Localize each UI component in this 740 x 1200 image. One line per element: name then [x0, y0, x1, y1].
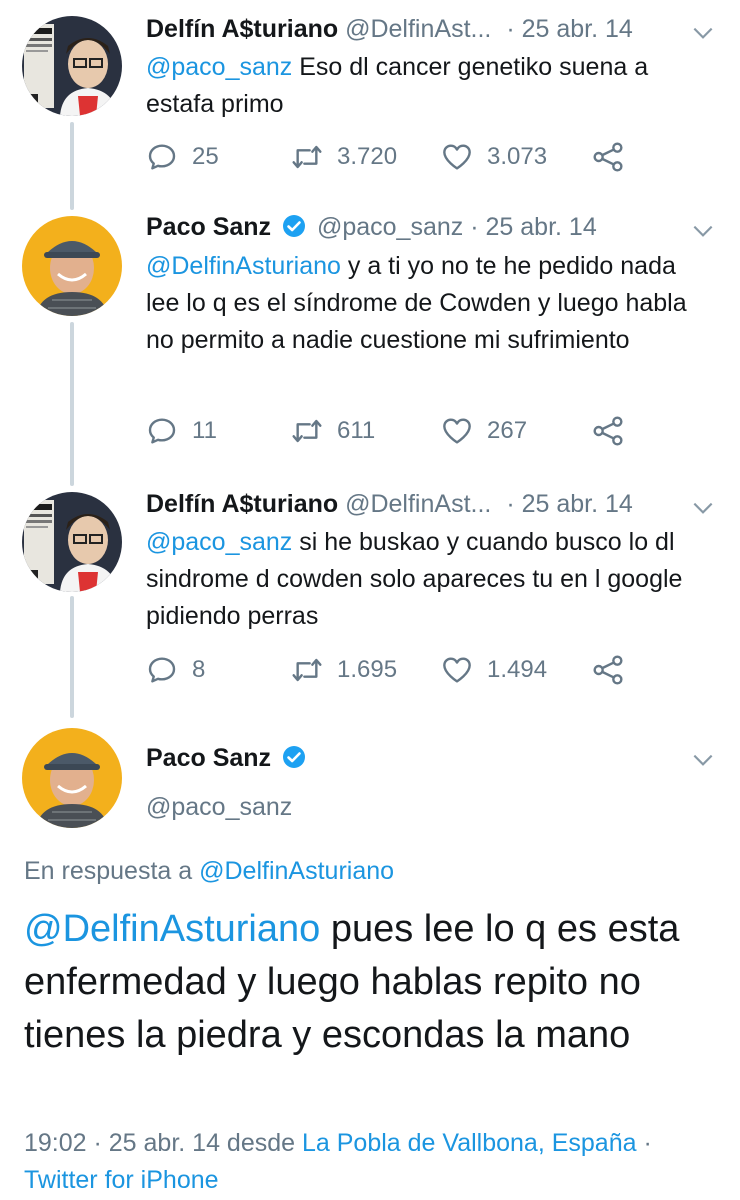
retweet-button[interactable]: 3.720 — [291, 137, 397, 177]
reply-icon — [148, 144, 176, 170]
retweet-count: 1.695 — [337, 656, 398, 683]
retweet-icon — [292, 419, 322, 443]
like-button[interactable]: 1.494 — [441, 650, 547, 690]
display-name[interactable]: Delfín A$turiano — [146, 490, 338, 518]
meta-separator: · — [636, 1129, 652, 1157]
reply-context-label: En respuesta a — [24, 857, 200, 885]
avatar[interactable] — [22, 16, 122, 116]
reply-button[interactable]: 25 — [146, 137, 219, 177]
like-icon — [443, 144, 471, 170]
thread-line — [70, 322, 74, 486]
mention-link[interactable]: @paco_sanz — [146, 53, 292, 81]
verified-badge-icon — [282, 214, 306, 238]
tweet-timestamp: 19:02 · 25 abr. 14 desde — [24, 1129, 302, 1157]
share-icon — [593, 416, 623, 446]
tweet-date[interactable]: 25 abr. 14 — [522, 15, 633, 43]
tweet-text: @paco_sanz Eso dl cancer genetiko suena … — [146, 49, 710, 123]
reply-button[interactable]: 11 — [146, 411, 217, 451]
reply-context: En respuesta a @DelfinAsturiano — [24, 857, 394, 886]
display-name[interactable]: Delfín A$turiano — [146, 15, 338, 43]
reply-icon — [148, 418, 176, 444]
mention-link[interactable]: @paco_sanz — [146, 528, 292, 556]
client-link[interactable]: Twitter for iPhone — [24, 1166, 219, 1194]
like-count: 1.494 — [487, 656, 548, 683]
chevron-down-icon[interactable] — [690, 218, 716, 244]
tweet-header: Paco Sanz @paco_sanz · 25 abr. 14 — [146, 213, 716, 242]
like-count: 267 — [487, 417, 528, 444]
display-name[interactable]: Paco Sanz — [146, 213, 271, 241]
mention-link[interactable]: @DelfinAsturiano — [146, 252, 341, 280]
location-link[interactable]: La Pobla de Vallbona, España — [302, 1129, 637, 1157]
share-icon — [593, 142, 623, 172]
like-icon — [443, 418, 471, 444]
share-icon — [593, 655, 623, 685]
user-handle[interactable]: @paco_sanz — [146, 793, 292, 822]
reply-count: 11 — [192, 417, 217, 444]
reply-count: 8 — [192, 656, 206, 683]
reply-count: 25 — [192, 143, 219, 170]
avatar[interactable] — [22, 728, 122, 828]
share-button[interactable] — [592, 137, 638, 177]
display-name-text: Paco Sanz — [146, 744, 272, 772]
reply-icon — [148, 657, 176, 683]
like-icon — [443, 657, 471, 683]
tweet-date[interactable]: 25 abr. 14 — [486, 213, 597, 241]
tweet-header: Delfín A$turiano @DelfinAst... · 25 abr.… — [146, 15, 716, 44]
tweet-actions: 8 1.695 1.494 — [146, 650, 626, 690]
tweet-header: Delfín A$turiano @DelfinAst... · 25 abr.… — [146, 490, 716, 519]
avatar[interactable] — [22, 216, 122, 316]
like-count: 3.073 — [487, 143, 548, 170]
chevron-down-icon[interactable] — [690, 20, 716, 46]
user-handle[interactable]: @DelfinAst... — [345, 490, 491, 518]
like-button[interactable]: 267 — [441, 411, 527, 451]
retweet-count: 3.720 — [337, 143, 398, 170]
avatar[interactable] — [22, 492, 122, 592]
like-button[interactable]: 3.073 — [441, 137, 547, 177]
tweet-actions: 11 611 267 — [146, 411, 626, 451]
separator-dot: · — [506, 15, 515, 43]
user-handle[interactable]: @paco_sanz — [317, 213, 463, 241]
tweet-text: @DelfinAsturiano y a ti yo no te he pedi… — [146, 248, 710, 359]
separator-dot: · — [470, 213, 479, 241]
thread-line — [70, 596, 74, 718]
retweet-button[interactable]: 611 — [291, 411, 375, 451]
tweet-actions: 25 3.720 3.073 — [146, 137, 626, 177]
verified-badge-icon — [282, 745, 306, 769]
retweet-icon — [292, 658, 322, 682]
thread-line — [70, 122, 74, 210]
tweet-text: @paco_sanz si he buskao y cuando busco l… — [146, 524, 710, 635]
chevron-down-icon[interactable] — [690, 747, 716, 773]
share-button[interactable] — [592, 411, 638, 451]
tweet-date[interactable]: 25 abr. 14 — [522, 490, 633, 518]
retweet-button[interactable]: 1.695 — [291, 650, 397, 690]
main-tweet-text: @DelfinAsturiano pues lee lo q es esta e… — [24, 903, 710, 1062]
reply-button[interactable]: 8 — [146, 650, 205, 690]
user-handle[interactable]: @DelfinAst... — [345, 15, 491, 43]
reply-context-link[interactable]: @DelfinAsturiano — [199, 857, 394, 885]
mention-link[interactable]: @DelfinAsturiano — [24, 908, 320, 950]
share-button[interactable] — [592, 650, 638, 690]
retweet-icon — [292, 145, 322, 169]
separator-dot: · — [506, 490, 515, 518]
display-name[interactable]: Paco Sanz — [146, 744, 310, 773]
retweet-count: 611 — [337, 417, 376, 444]
chevron-down-icon[interactable] — [690, 495, 716, 521]
tweet-metadata: 19:02 · 25 abr. 14 desde La Pobla de Val… — [24, 1125, 720, 1199]
